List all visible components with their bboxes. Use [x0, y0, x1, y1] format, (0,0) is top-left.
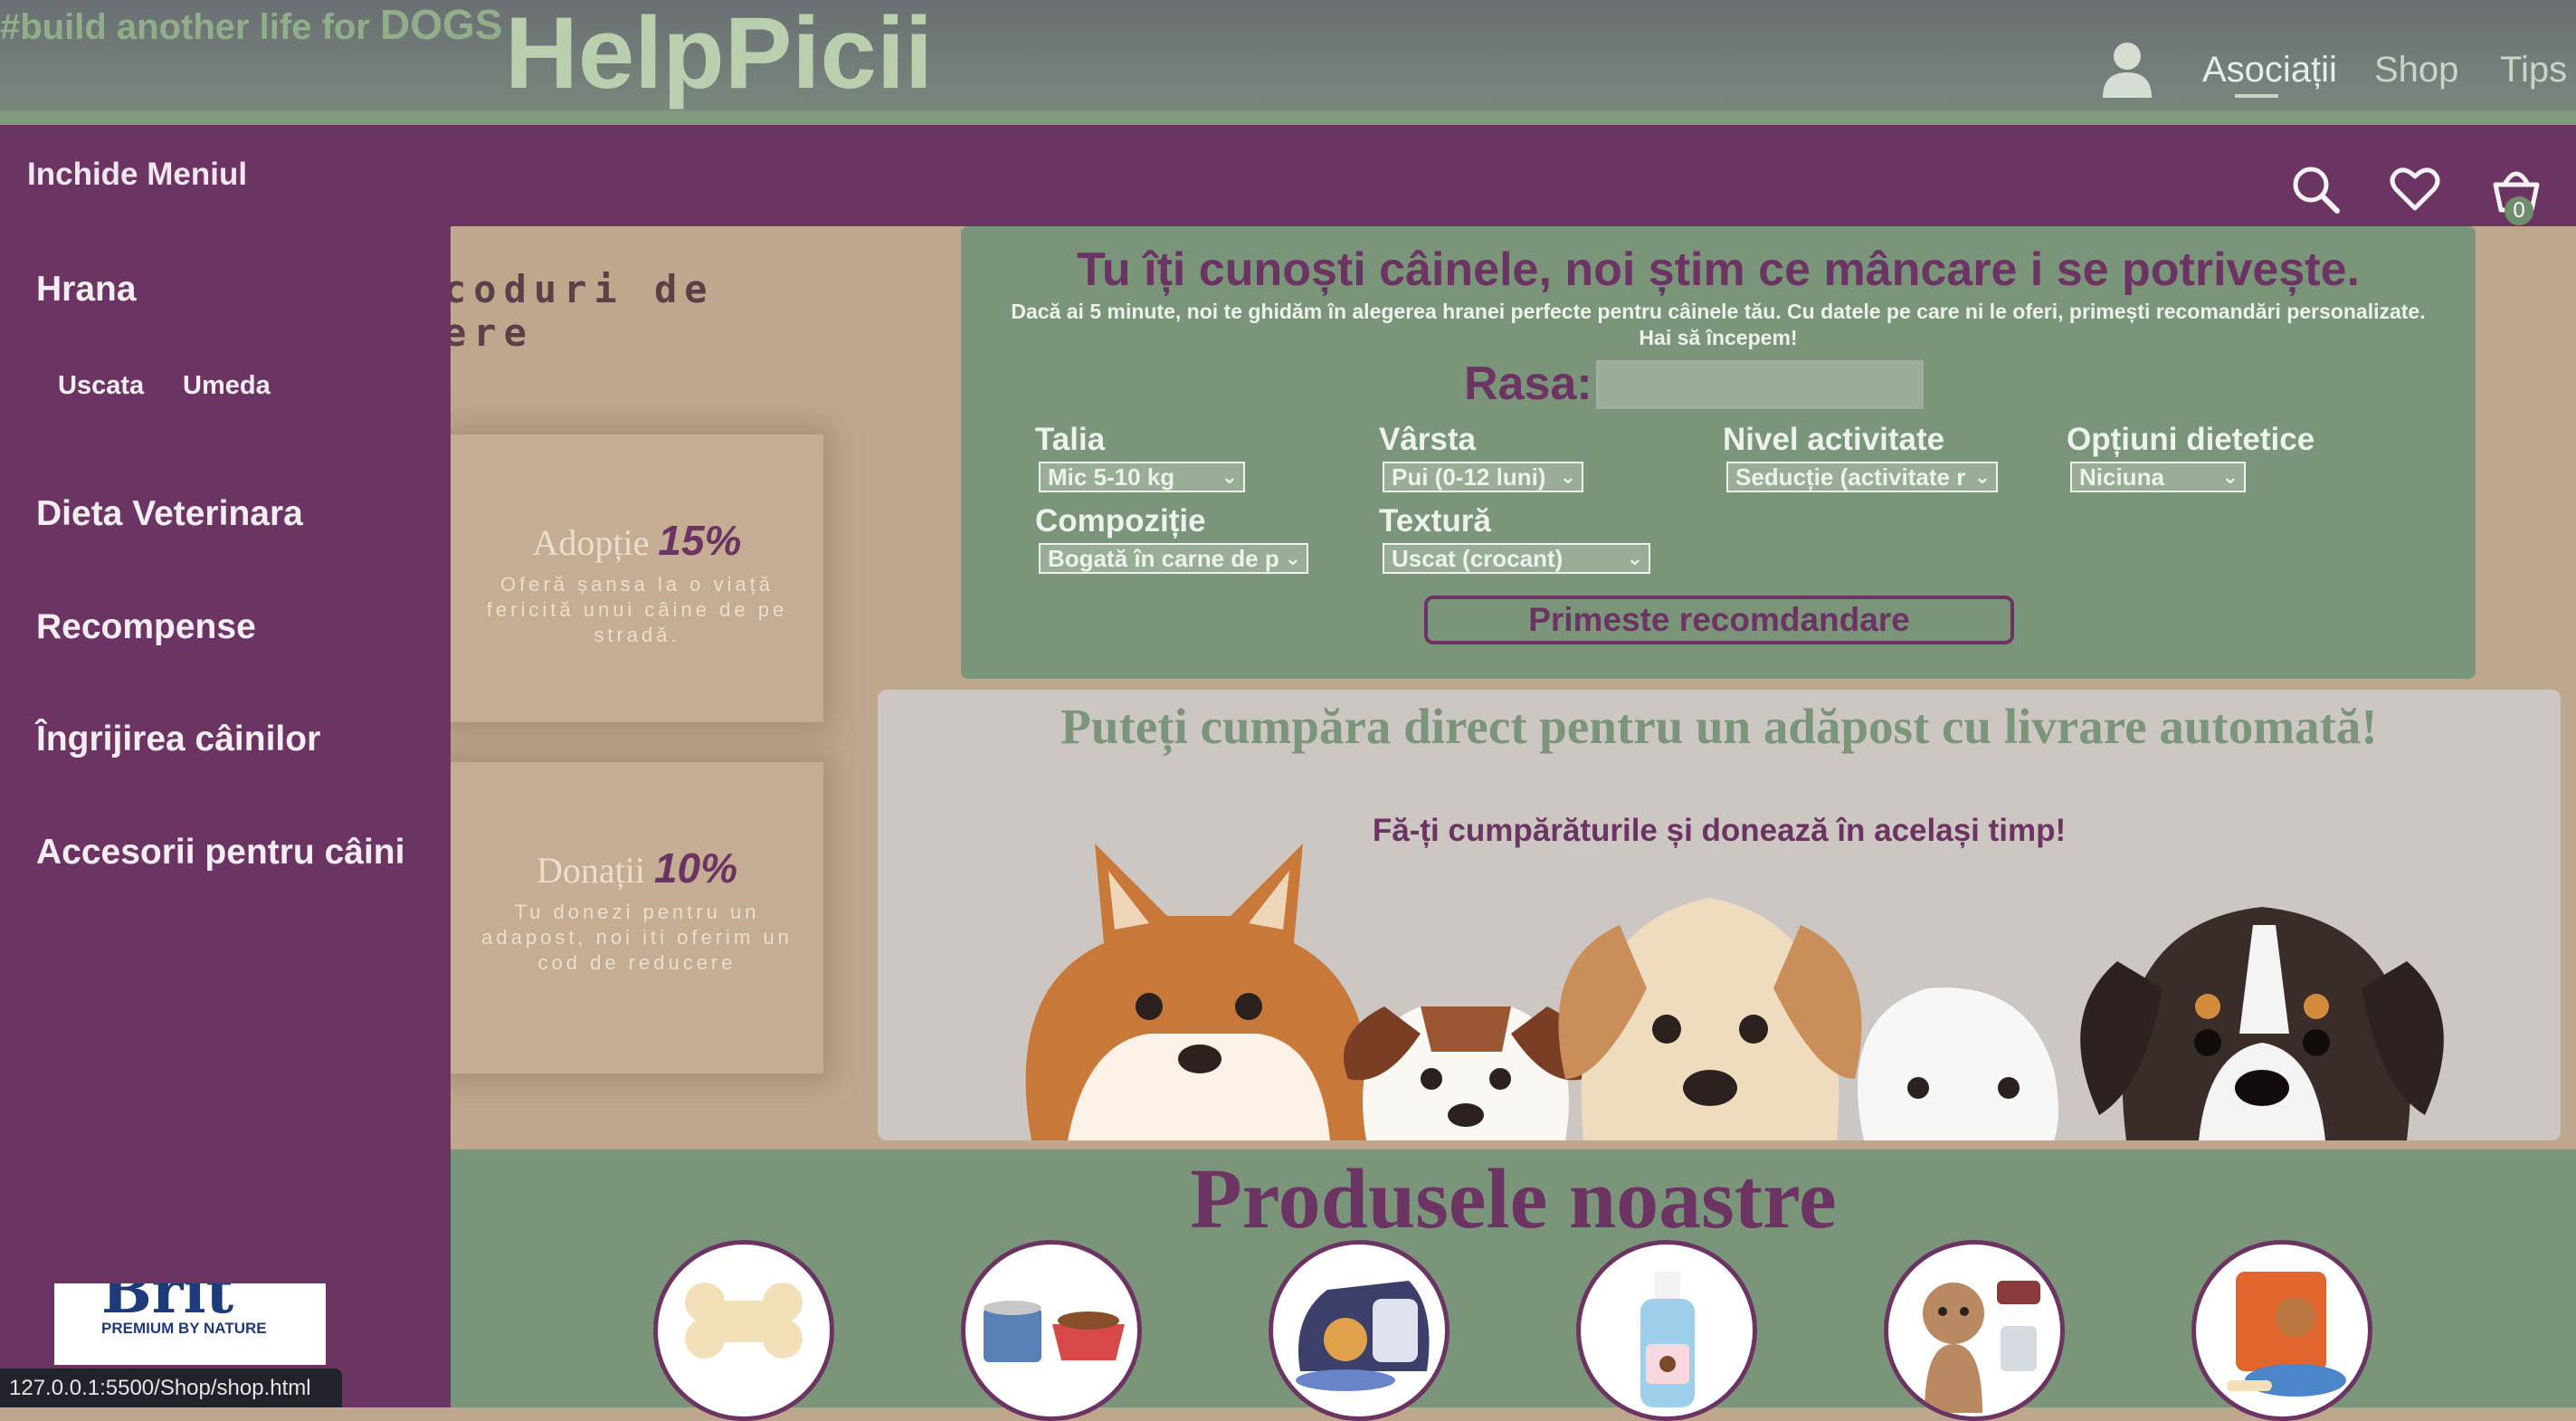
rasa-label: Rasa:: [1464, 358, 1592, 410]
quiz-subtitle: Dacă ai 5 minute, noi te ghidăm în alege…: [961, 299, 2476, 351]
dietetice-value: Niciuna: [2079, 463, 2164, 491]
talia-select[interactable]: Mic 5-10 kg ⌄: [1039, 462, 1245, 492]
promo-card-adoptie[interactable]: Adopție 15% Oferă șansa la o viață feric…: [451, 434, 823, 722]
search-icon[interactable]: [2289, 163, 2342, 215]
bernese-dog-icon: [2080, 907, 2444, 1140]
bone-icon: [685, 1283, 803, 1359]
promo-title-text: Adopție: [532, 522, 650, 563]
sidebar-item-recompense[interactable]: Recompense: [36, 607, 256, 647]
quiz-subtitle-line1: Dacă ai 5 minute, noi te ghidăm în alege…: [1011, 300, 2426, 323]
products-title: Produsele noastre: [1190, 1152, 1837, 1246]
chevron-down-icon: ⌄: [1221, 465, 1238, 488]
compozitie-label: Compoziție: [1035, 503, 1206, 539]
brand-tagline: PREMIUM BY NATURE: [101, 1320, 267, 1337]
get-recommendation-button[interactable]: Primeste recomdandare: [1424, 596, 2014, 644]
dietetice-select[interactable]: Niciuna ⌄: [2070, 462, 2246, 492]
product-category-carrier[interactable]: [1269, 1240, 1450, 1421]
quiz-subtitle-line2: Hai să începem!: [1639, 326, 1798, 349]
discount-heading-line2: ere: [443, 310, 534, 355]
tagline-dogs: DOGS: [380, 1, 503, 48]
shampoo-bottle-icon: [1640, 1272, 1695, 1407]
varsta-value: Pui (0-12 luni): [1392, 463, 1546, 491]
side-menu: [0, 125, 451, 1407]
activitate-label: Nivel activitate: [1723, 422, 1945, 457]
sidebar-subitem-uscata[interactable]: Uscata: [58, 371, 144, 401]
food-quiz-panel: Tu îți cunoști câinele, noi știm ce mânc…: [961, 226, 2476, 679]
user-icon[interactable]: [2101, 40, 2153, 100]
chevron-down-icon: ⌄: [1284, 547, 1301, 569]
promo-title-text: Donații: [536, 850, 645, 891]
promo-percent: 10%: [653, 844, 738, 892]
product-category-bone[interactable]: [653, 1240, 834, 1421]
dietetice-label: Opțiuni dietetice: [2067, 422, 2315, 457]
sidebar-item-dieta-veterinara[interactable]: Dieta Veterinara: [36, 494, 303, 534]
nav-active-indicator: [2235, 94, 2278, 98]
jack-russell-dog-icon: [1344, 1006, 1588, 1140]
chevron-down-icon: ⌄: [1973, 465, 1991, 488]
activitate-value: Seducție (activitate r: [1735, 463, 1966, 491]
promo-description: Oferă șansa la o viață fericită unui câi…: [486, 573, 788, 646]
product-category-shampoo[interactable]: [1576, 1240, 1757, 1421]
sidebar-subitem-umeda[interactable]: Umeda: [183, 371, 271, 401]
promo-percent: 15%: [658, 517, 742, 564]
textura-value: Uscat (crocant): [1392, 545, 1564, 572]
close-menu-button[interactable]: Inchide Meniul: [27, 157, 247, 193]
compozitie-select[interactable]: Bogată în carne de p ⌄: [1039, 543, 1308, 574]
product-category-canned-food[interactable]: [961, 1240, 1142, 1421]
varsta-label: Vârsta: [1379, 422, 1477, 457]
tagline-prefix: #build another life for: [0, 7, 381, 47]
heart-icon[interactable]: [2389, 163, 2441, 215]
discount-heading: coduri de ere: [443, 268, 715, 355]
promo-title: Adopție 15%: [451, 516, 823, 565]
banner-title: Puteți cumpăra direct pentru un adăpost …: [1060, 699, 2378, 754]
promo-card-donatii[interactable]: Donații 10% Tu donezi pentru un adapost,…: [451, 762, 823, 1073]
shiba-dog-icon: [1025, 844, 1370, 1140]
product-category-food-bag[interactable]: [2191, 1240, 2372, 1421]
quiz-title: Tu îți cunoști câinele, noi știm ce mânc…: [1077, 243, 2360, 296]
shelter-banner[interactable]: Puteți cumpăra direct pentru un adăpost …: [878, 690, 2561, 1140]
dog-food-bag-icon: [2227, 1272, 2346, 1397]
nav-shop[interactable]: Shop: [2374, 50, 2458, 91]
talia-label: Talia: [1035, 422, 1106, 457]
pet-carrier-icon: [1296, 1281, 1430, 1391]
nav-asociatii[interactable]: Asociații: [2202, 50, 2337, 91]
cart-count-badge: 0: [2505, 196, 2533, 225]
discount-heading-line1: coduri de: [443, 267, 715, 311]
textura-label: Textură: [1379, 503, 1491, 539]
maltese-dog-icon: [1858, 987, 2058, 1140]
chevron-down-icon: ⌄: [2221, 465, 2239, 488]
rasa-input[interactable]: [1596, 360, 1924, 409]
activitate-select[interactable]: Seducție (activitate r ⌄: [1726, 462, 1998, 492]
promo-description: Tu donezi pentru un adapost, noi iti ofe…: [481, 901, 793, 974]
compozitie-value: Bogată în carne de p: [1048, 545, 1279, 572]
canned-food-icon: [984, 1301, 1125, 1362]
sidebar-item-accesorii[interactable]: Accesorii pentru câini: [36, 833, 404, 873]
talia-value: Mic 5-10 kg: [1048, 463, 1175, 491]
site-logo[interactable]: HelpPicii: [505, 0, 933, 107]
product-category-accessories[interactable]: [1884, 1240, 2065, 1421]
nav-tips[interactable]: Tips: [2500, 50, 2567, 91]
labrador-dog-icon: [1558, 898, 1862, 1140]
sidebar-item-hrana[interactable]: Hrana: [36, 270, 137, 310]
tagline: #build another life for DOGS: [0, 0, 503, 49]
top-header: #build another life for DOGS HelpPicii A…: [0, 0, 2576, 125]
brand-logo-brit[interactable]: Brit PREMIUM BY NATURE: [54, 1283, 326, 1365]
banner-subtitle: Fă-ți cumpărăturile și donează în acelaș…: [1372, 813, 2067, 848]
textura-select[interactable]: Uscat (crocant) ⌄: [1383, 543, 1650, 574]
dog-accessories-icon: [1923, 1281, 2040, 1413]
chevron-down-icon: ⌄: [1626, 547, 1643, 569]
chevron-down-icon: ⌄: [1559, 465, 1576, 488]
promo-title: Donații 10%: [451, 844, 823, 892]
varsta-select[interactable]: Pui (0-12 luni) ⌄: [1383, 462, 1583, 492]
sidebar-item-ingrijirea[interactable]: Îngrijirea câinilor: [36, 720, 320, 759]
status-bar-url: 127.0.0.1:5500/Shop/shop.html: [0, 1369, 342, 1407]
